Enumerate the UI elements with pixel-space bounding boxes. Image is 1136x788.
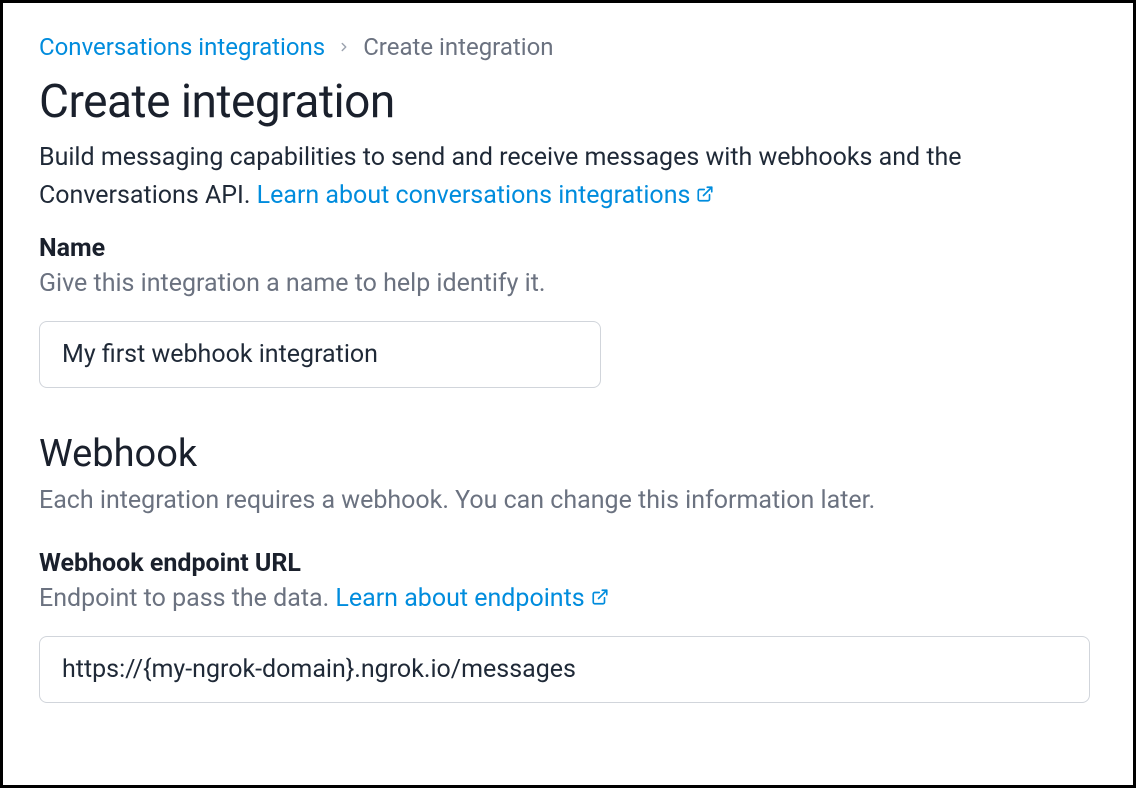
- name-hint: Give this integration a name to help ide…: [39, 265, 1097, 303]
- endpoint-field-group: Webhook endpoint URL Endpoint to pass th…: [39, 549, 1097, 703]
- endpoint-hint-text: Endpoint to pass the data.: [39, 584, 335, 613]
- page-title: Create integration: [39, 75, 1097, 129]
- page-description: Build messaging capabilities to send and…: [39, 139, 1097, 214]
- name-input[interactable]: [39, 321, 601, 388]
- name-label: Name: [39, 234, 1097, 263]
- chevron-right-icon: [337, 35, 351, 59]
- webhook-section-title: Webhook: [39, 432, 1097, 476]
- endpoint-url-input[interactable]: [39, 636, 1090, 703]
- learn-conversations-link[interactable]: Learn about conversations integrations: [257, 177, 715, 215]
- external-link-icon: [696, 177, 714, 215]
- breadcrumb-current: Create integration: [363, 33, 553, 61]
- external-link-icon: [591, 580, 609, 618]
- name-field-group: Name Give this integration a name to hel…: [39, 234, 1097, 388]
- learn-endpoints-link[interactable]: Learn about endpoints: [335, 580, 608, 618]
- endpoint-hint: Endpoint to pass the data. Learn about e…: [39, 580, 1097, 618]
- learn-conversations-link-text: Learn about conversations integrations: [257, 177, 691, 215]
- endpoint-label: Webhook endpoint URL: [39, 549, 1097, 578]
- learn-endpoints-link-text: Learn about endpoints: [335, 580, 584, 618]
- breadcrumb: Conversations integrations Create integr…: [39, 33, 1097, 61]
- webhook-section-description: Each integration requires a webhook. You…: [39, 482, 1097, 520]
- breadcrumb-parent-link[interactable]: Conversations integrations: [39, 33, 325, 61]
